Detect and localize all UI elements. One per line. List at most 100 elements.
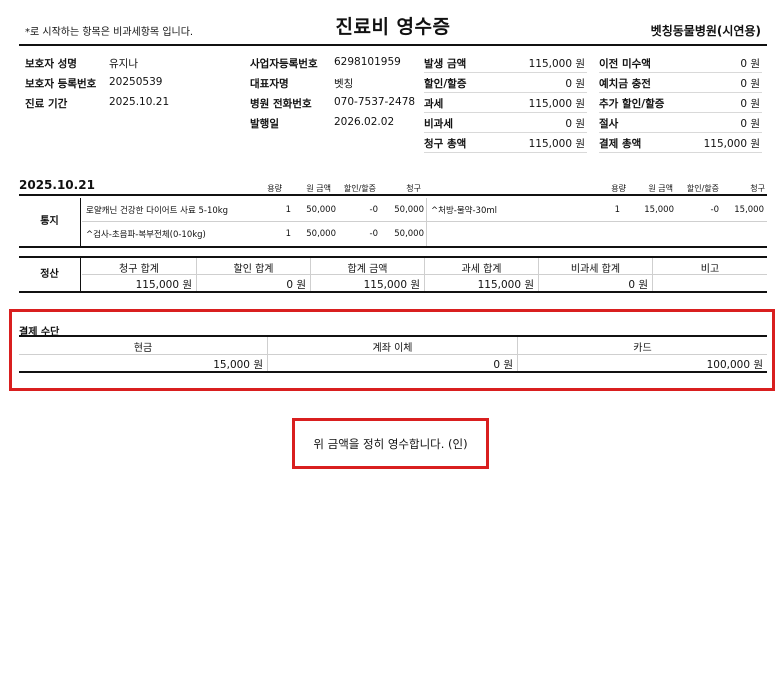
detail-date: 2025.10.21 (19, 178, 95, 192)
line-item: ^처방-물약-30ml 1 15,000 -0 15,000 (427, 198, 767, 222)
guardian-reg-value: 20250539 (109, 76, 163, 88)
payment-value: 0 원 (493, 359, 513, 371)
balance-label: 결제 총액 (599, 138, 642, 150)
item-category: 통지 (19, 198, 81, 246)
item-charge: 15,000 (734, 205, 764, 215)
payment-grid: 현금 15,000 원 계좌 이체 0 원 카드 100,000 원 (19, 337, 767, 373)
issue-date-value: 2026.02.02 (334, 116, 395, 128)
payment-value: 100,000 원 (706, 359, 763, 371)
settlement-value: 115,000 원 (135, 279, 192, 291)
settlement-column: 비과세 합계 0 원 (539, 258, 653, 291)
item-qty: 1 (285, 229, 291, 239)
item-charge: 50,000 (394, 229, 424, 239)
amount-value: 115,000 원 (528, 98, 585, 110)
balance-row: 추가 할인/할증 0 원 (599, 93, 762, 113)
settlement-header: 청구 합계 (119, 264, 159, 275)
charge-header: 청구 (406, 184, 421, 193)
balance-label: 예치금 충전 (599, 78, 651, 90)
amount-value: 0 원 (565, 78, 585, 90)
settlement-header: 과세 합계 (461, 264, 502, 275)
divider (311, 274, 424, 275)
balance-label: 추가 할인/할증 (599, 98, 665, 110)
item-discount: -0 (710, 205, 719, 215)
amount-row: 비과세 0 원 (424, 113, 587, 133)
amount-label: 청구 총액 (424, 138, 467, 150)
amount-summary: 발생 금액 115,000 원 할인/할증 0 원 과세 115,000 원 비… (424, 53, 587, 153)
hospital-name: 벳칭동물병원(시연용) (650, 24, 761, 38)
detail-header: 2025.10.21 용량 원 금액 할인/할증 청구 용량 원 금액 할인/할… (19, 178, 767, 196)
line-item: ^검사-초음파-복부전체(0-10kg) 1 50,000 -0 50,000 (82, 222, 427, 246)
item-price: 15,000 (644, 205, 674, 215)
payment-column-card: 카드 100,000 원 (518, 337, 767, 371)
balance-row: 이전 미수액 0 원 (599, 53, 762, 73)
balance-value: 115,000 원 (703, 138, 760, 150)
treatment-period-label: 진료 기간 (25, 98, 68, 110)
amount-value: 115,000 원 (528, 138, 585, 150)
settlement-column: 청구 합계 115,000 원 (82, 258, 197, 291)
balance-value: 0 원 (740, 118, 760, 130)
payment-methods: 결제 수단 현금 15,000 원 계좌 이체 0 원 카드 100,000 원 (19, 321, 767, 373)
amount-row: 발생 금액 115,000 원 (424, 53, 587, 73)
settlement-column: 할인 합계 0 원 (197, 258, 311, 291)
settlement-column: 비고 (653, 258, 767, 291)
item-name: ^처방-물약-30ml (431, 206, 497, 216)
phone-row: 병원 전화번호 070-7537-2478 (250, 93, 416, 113)
treatment-period-value: 2025.10.21 (109, 96, 170, 108)
guardian-reg-row: 보호자 등록번호 20250539 (25, 73, 215, 93)
item-discount: -0 (369, 205, 378, 215)
amount-value: 0 원 (565, 118, 585, 130)
balance-label: 절사 (599, 118, 619, 130)
payment-header: 계좌 이체 (372, 343, 413, 354)
settlement-table: 정산 청구 합계 115,000 원 할인 합계 0 원 합계 금액 115,0… (19, 256, 767, 293)
divider (19, 354, 267, 355)
balance-label: 이전 미수액 (599, 58, 651, 70)
bizno-label: 사업자등록번호 (250, 58, 318, 70)
item-name: 로얄캐닌 건강한 다이어트 사료 5-10kg (86, 206, 229, 216)
issue-date-row: 발행일 2026.02.02 (250, 113, 412, 133)
divider (653, 274, 767, 275)
detail-items: 통지 로얄캐닌 건강한 다이어트 사료 5-10kg 1 50,000 -0 5… (19, 198, 767, 248)
bizno-row: 사업자등록번호 6298101959 (250, 53, 412, 73)
balance-summary: 이전 미수액 0 원 예치금 충전 0 원 추가 할인/할증 0 원 절사 0 … (599, 53, 762, 153)
settlement-header: 비고 (700, 264, 720, 275)
balance-row: 절사 0 원 (599, 113, 762, 133)
line-item: 로얄캐닌 건강한 다이어트 사료 5-10kg 1 50,000 -0 50,0… (82, 198, 427, 222)
item-discount: -0 (369, 229, 378, 239)
payment-title: 결제 수단 (19, 321, 767, 338)
representative-label: 대표자명 (250, 78, 289, 90)
payment-column-cash: 현금 15,000 원 (19, 337, 268, 371)
item-price: 50,000 (306, 205, 336, 215)
phone-value: 070-7537-2478 (334, 96, 416, 108)
payment-header: 현금 (133, 343, 153, 354)
divider (425, 274, 538, 275)
amount-label: 비과세 (424, 118, 453, 130)
item-name: ^검사-초음파-복부전체(0-10kg) (86, 230, 206, 240)
divider (518, 354, 767, 355)
guardian-reg-label: 보호자 등록번호 (25, 78, 97, 90)
balance-value: 0 원 (740, 78, 760, 90)
settlement-value: 115,000 원 (477, 279, 534, 291)
unit-price-header: 원 금액 (648, 184, 673, 193)
settlement-value: 0 원 (286, 279, 306, 291)
charge-header: 청구 (750, 184, 765, 193)
balance-value: 0 원 (740, 98, 760, 110)
qty-header: 용량 (267, 184, 282, 193)
business-info: 사업자등록번호 6298101959 대표자명 벳칭 병원 전화번호 070-7… (250, 53, 416, 133)
settlement-column: 합계 금액 115,000 원 (311, 258, 425, 291)
payment-value: 15,000 원 (213, 359, 263, 371)
representative-value: 벳칭 (334, 78, 354, 90)
amount-row: 과세 115,000 원 (424, 93, 587, 113)
balance-row: 예치금 충전 0 원 (599, 73, 762, 93)
settlement-column: 과세 합계 115,000 원 (425, 258, 539, 291)
amount-value: 115,000 원 (528, 58, 585, 70)
discount-header: 할인/할증 (686, 184, 719, 193)
guardian-name-row: 보호자 성명 유지나 (25, 53, 215, 73)
settlement-header: 할인 합계 (233, 264, 274, 275)
settlement-header: 합계 금액 (347, 264, 388, 275)
phone-label: 병원 전화번호 (250, 98, 312, 110)
representative-row: 대표자명 벳칭 (250, 73, 412, 93)
guardian-info: 보호자 성명 유지나 보호자 등록번호 20250539 진료 기간 2025.… (25, 53, 215, 113)
guardian-name-value: 유지나 (109, 58, 138, 70)
divider (197, 274, 310, 275)
settlement-header: 비과세 합계 (570, 264, 621, 275)
